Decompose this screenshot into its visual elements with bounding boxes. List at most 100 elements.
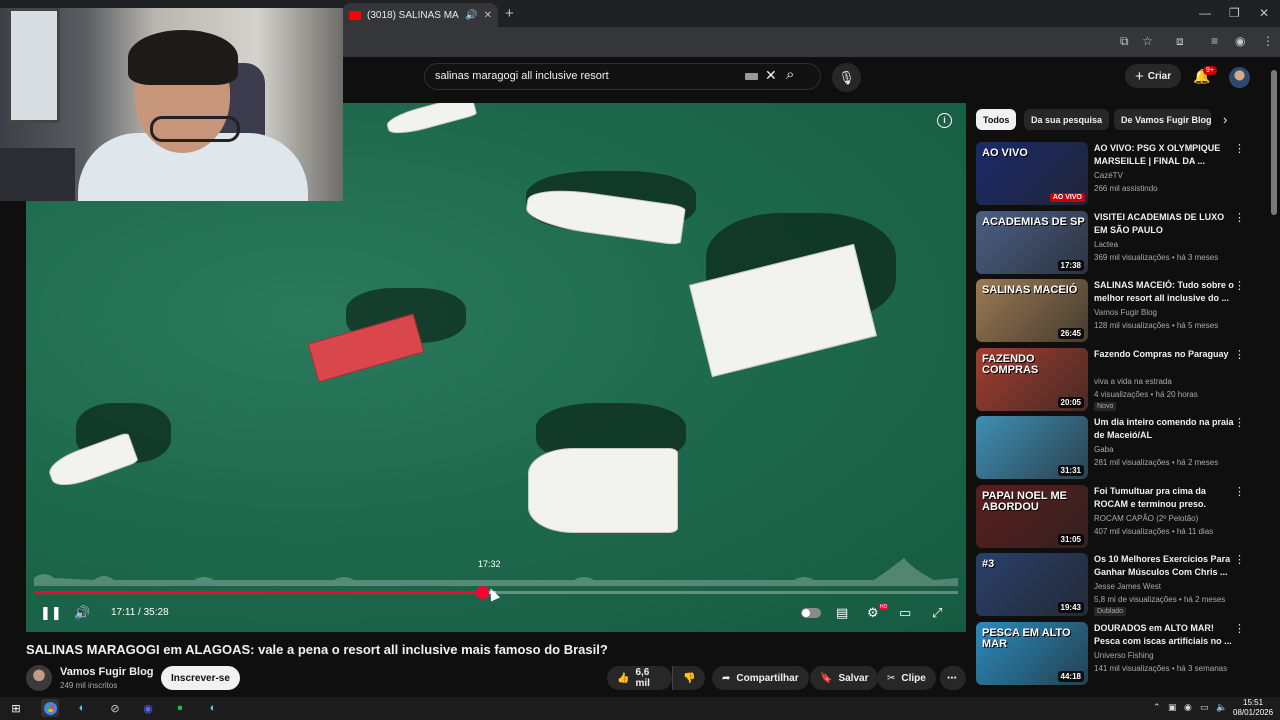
chip-from-search[interactable]: Da sua pesquisa bbox=[1024, 109, 1110, 130]
new-tab-button[interactable]: + bbox=[505, 5, 514, 22]
close-tab-icon[interactable]: ✕ bbox=[484, 10, 492, 21]
chevron-right-icon[interactable]: › bbox=[1223, 112, 1227, 127]
restore-button[interactable]: ❐ bbox=[1229, 6, 1240, 20]
tray-chevron-icon[interactable]: ⌃ bbox=[1153, 702, 1161, 713]
video-thumbnail[interactable]: ACADEMIAS DE SP 17:38 bbox=[976, 211, 1088, 274]
settings-gear-icon[interactable]: ⚙ bbox=[867, 605, 879, 621]
scrollbar[interactable] bbox=[1271, 70, 1277, 215]
recommendation-title[interactable]: AO VIVO: PSG X OLYMPIQUE MARSEILLE | FIN… bbox=[1094, 142, 1234, 168]
more-options-icon[interactable]: ⋮ bbox=[1234, 348, 1245, 361]
video-thumbnail[interactable]: SALINAS MACEIÓ 26:45 bbox=[976, 279, 1088, 342]
tray-app-icon[interactable]: ▣ bbox=[1168, 702, 1177, 713]
recommendation-item[interactable]: AO VIVO AO VIVO AO VIVO: PSG X OLYMPIQUE M… bbox=[976, 142, 1256, 205]
steam-icon-2[interactable]: ◐ bbox=[204, 699, 222, 717]
recommendation-title[interactable]: Um dia inteiro comendo na praia de Macei… bbox=[1094, 416, 1234, 442]
speaker-tray-icon[interactable]: 🔈 bbox=[1216, 702, 1227, 713]
video-thumbnail[interactable]: PESCA EM ALTO MAR 44:18 bbox=[976, 622, 1088, 685]
recommendation-item[interactable]: #3 19:43 Os 10 Melhores Exercícios Para Ga… bbox=[976, 553, 1256, 616]
install-app-icon[interactable]: ⧉ bbox=[1120, 34, 1129, 49]
more-options-icon[interactable]: ⋮ bbox=[1234, 416, 1245, 429]
minimize-button[interactable]: — bbox=[1199, 6, 1211, 20]
windows-start-icon[interactable]: ⊞ bbox=[7, 699, 25, 717]
chrome-icon[interactable] bbox=[41, 699, 59, 717]
steam-icon[interactable]: ◐ bbox=[73, 699, 91, 717]
video-thumbnail[interactable]: PAPAI NOEL ME ABORDOU 31:05 bbox=[976, 485, 1088, 548]
recommendation-item[interactable]: SALINAS MACEIÓ 26:45 SALINAS MACEIÓ: Tudo … bbox=[976, 279, 1256, 342]
recommendation-item[interactable]: PESCA EM ALTO MAR 44:18 DOURADOS em ALTO M… bbox=[976, 622, 1256, 685]
video-thumbnail[interactable]: FAZENDO COMPRAS 20:05 bbox=[976, 348, 1088, 411]
fullscreen-icon[interactable]: ⤢ bbox=[932, 605, 942, 621]
account-avatar[interactable] bbox=[1229, 67, 1250, 88]
recommendation-title[interactable]: DOURADOS em ALTO MAR! Pesca com iscas ar… bbox=[1094, 622, 1234, 648]
save-button[interactable]: 🔖 Salvar bbox=[810, 666, 879, 690]
duration-badge: 20:05 bbox=[1057, 397, 1084, 408]
recommendation-channel[interactable]: viva a vida na estrada bbox=[1094, 377, 1172, 386]
recommendation-channel[interactable]: Gaba bbox=[1094, 445, 1114, 454]
share-button[interactable]: ➦ Compartilhar bbox=[712, 666, 809, 690]
theater-mode-icon[interactable]: ▭ bbox=[899, 605, 911, 621]
clip-button[interactable]: ✂ Clipe bbox=[877, 666, 936, 690]
recommendation-channel[interactable]: Universo Fishing bbox=[1094, 651, 1154, 660]
dislike-button[interactable]: 👎 bbox=[672, 666, 705, 690]
channel-name[interactable]: Vamos Fugir Blog bbox=[60, 666, 154, 678]
voice-search-button[interactable]: 🎙 bbox=[832, 63, 861, 92]
keyboard-icon[interactable] bbox=[745, 73, 758, 80]
network-icon[interactable]: ▭ bbox=[1200, 702, 1209, 713]
recommendation-title[interactable]: Fazendo Compras no Paraguay bbox=[1094, 348, 1234, 361]
recommendation-item[interactable]: ACADEMIAS DE SP 17:38 VISITEI ACADEMIAS DE… bbox=[976, 211, 1256, 274]
chip-all[interactable]: Todos bbox=[976, 109, 1017, 130]
recommendation-title[interactable]: Os 10 Melhores Exercícios Para Ganhar Mú… bbox=[1094, 553, 1234, 579]
search-icon[interactable]: ⌕ bbox=[786, 66, 794, 83]
volume-icon[interactable]: 🔊 bbox=[74, 605, 90, 621]
recommendation-title[interactable]: Foi Tumultuar pra cima da ROCAM e termin… bbox=[1094, 485, 1234, 511]
recommendation-item[interactable]: FAZENDO COMPRAS 20:05 Fazendo Compras no P… bbox=[976, 348, 1256, 411]
app-icon[interactable]: ⊘ bbox=[106, 699, 124, 717]
recommendation-meta: 266 mil assistindo bbox=[1094, 184, 1158, 193]
video-thumbnail[interactable]: 31:31 bbox=[976, 416, 1088, 479]
like-button[interactable]: 👍 6,6 mil bbox=[607, 666, 672, 690]
more-options-icon[interactable]: ⋮ bbox=[1234, 211, 1245, 224]
more-options-icon[interactable]: ⋮ bbox=[1234, 279, 1245, 292]
recommendation-item[interactable]: PAPAI NOEL ME ABORDOU 31:05 Foi Tumultuar … bbox=[976, 485, 1256, 548]
chip-from-channel[interactable]: De Vamos Fugir Blog bbox=[1114, 109, 1211, 130]
subscribe-button[interactable]: Inscrever-se bbox=[161, 666, 240, 690]
autoplay-toggle[interactable] bbox=[801, 608, 821, 618]
microphone-icon: 🎙 bbox=[838, 69, 855, 85]
speaker-icon[interactable]: 🔊 bbox=[465, 10, 477, 21]
recommendation-channel[interactable]: CazéTV bbox=[1094, 171, 1123, 180]
recommendation-channel[interactable]: ROCAM CAPÃO (2º Pelotão) bbox=[1094, 514, 1198, 523]
info-icon[interactable]: i bbox=[937, 113, 952, 128]
profile-icon[interactable]: ◉ bbox=[1235, 34, 1245, 48]
more-options-icon[interactable]: ⋮ bbox=[1234, 142, 1245, 155]
browser-tab[interactable]: (3018) SALINAS MARAGOGI 🔊 ✕ bbox=[343, 3, 498, 27]
clock-date: 08/01/2026 bbox=[1233, 708, 1274, 717]
bookmark-star-icon[interactable]: ☆ bbox=[1142, 34, 1153, 48]
discord-icon[interactable]: ◉ bbox=[139, 699, 157, 717]
more-options-icon[interactable]: ⋮ bbox=[1234, 622, 1245, 635]
extensions-icon[interactable]: ⧈ bbox=[1176, 34, 1184, 49]
recommendation-channel[interactable]: Jesse James West bbox=[1094, 582, 1161, 591]
close-window-button[interactable]: ✕ bbox=[1259, 6, 1269, 20]
media-control-icon[interactable]: ≡ bbox=[1211, 34, 1218, 48]
recommendation-channel[interactable]: Lactea bbox=[1094, 240, 1118, 249]
channel-avatar[interactable] bbox=[26, 665, 52, 691]
more-options-icon[interactable]: ⋮ bbox=[1234, 485, 1245, 498]
recommendation-channel[interactable]: Vamos Fugir Blog bbox=[1094, 308, 1157, 317]
search-box[interactable]: salinas maragogi all inclusive resort ✕ bbox=[424, 63, 821, 90]
clear-search-icon[interactable]: ✕ bbox=[765, 67, 777, 84]
spotify-icon[interactable]: ● bbox=[171, 699, 189, 717]
tray-discord-icon[interactable]: ◉ bbox=[1184, 702, 1192, 713]
more-options-icon[interactable]: ⋮ bbox=[1234, 553, 1245, 566]
video-thumbnail[interactable]: AO VIVO AO VIVO bbox=[976, 142, 1088, 205]
more-actions-button[interactable]: ⋯ bbox=[940, 666, 966, 690]
recommendation-item[interactable]: 31:31 Um dia inteiro comendo na praia de … bbox=[976, 416, 1256, 479]
recommendation-title[interactable]: SALINAS MACEIÓ: Tudo sobre o melhor reso… bbox=[1094, 279, 1234, 305]
thumbnail-text: SALINAS MACEIÓ bbox=[982, 284, 1078, 296]
search-input[interactable]: salinas maragogi all inclusive resort bbox=[435, 70, 609, 82]
pause-icon[interactable]: ❚❚ bbox=[40, 605, 62, 621]
video-thumbnail[interactable]: #3 19:43 bbox=[976, 553, 1088, 616]
subtitles-icon[interactable]: ▤ bbox=[836, 605, 848, 621]
recommendation-title[interactable]: VISITEI ACADEMIAS DE LUXO EM SÃO PAULO bbox=[1094, 211, 1234, 237]
browser-menu-icon[interactable]: ⋮ bbox=[1262, 34, 1274, 48]
create-button[interactable]: + Criar bbox=[1125, 64, 1182, 88]
